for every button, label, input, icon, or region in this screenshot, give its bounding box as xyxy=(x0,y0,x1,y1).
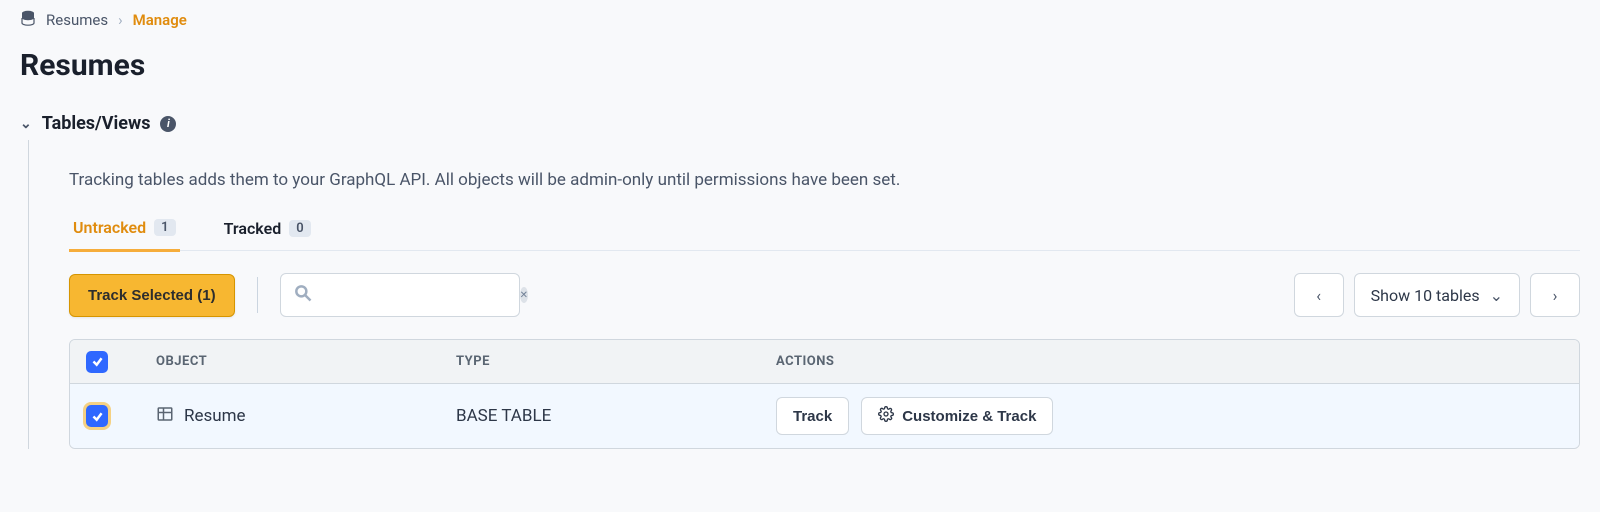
page-size-selector[interactable]: Show 10 tables ⌄ xyxy=(1354,273,1520,317)
select-all-checkbox[interactable] xyxy=(86,351,108,373)
section-description: Tracking tables adds them to your GraphQ… xyxy=(69,170,1580,190)
pager: ‹ Show 10 tables ⌄ › xyxy=(1294,273,1580,317)
table-row: Resume BASE TABLE Track Customize & Trac… xyxy=(70,384,1579,448)
breadcrumb-root[interactable]: Resumes xyxy=(46,11,108,29)
track-button[interactable]: Track xyxy=(776,397,849,435)
toolbar: Track Selected (1) ✕ ‹ Show 10 tables ⌄ … xyxy=(69,273,1580,317)
toolbar-divider xyxy=(257,277,258,313)
col-actions: ACTIONS xyxy=(776,354,1563,369)
search-icon xyxy=(293,283,313,307)
tab-untracked-count: 1 xyxy=(154,219,175,236)
chevron-right-icon: › xyxy=(1553,286,1558,305)
chevron-left-icon: ‹ xyxy=(1316,286,1321,305)
section-body: Tracking tables adds them to your GraphQ… xyxy=(28,140,1580,449)
tab-untracked[interactable]: Untracked 1 xyxy=(69,218,180,252)
tab-tracked-count: 0 xyxy=(289,220,310,237)
track-selected-button[interactable]: Track Selected (1) xyxy=(69,274,235,317)
clear-icon[interactable]: ✕ xyxy=(520,287,528,303)
customize-track-button[interactable]: Customize & Track xyxy=(861,397,1053,435)
search-input[interactable] xyxy=(321,287,520,304)
row-checkbox[interactable] xyxy=(86,405,108,427)
chevron-right-icon: › xyxy=(118,11,123,29)
objects-table: OBJECT TYPE ACTIONS Resume BASE TABLE Tr… xyxy=(69,339,1580,449)
gear-icon xyxy=(878,406,894,426)
chevron-down-icon: ⌄ xyxy=(20,116,32,132)
chevron-down-icon: ⌄ xyxy=(1490,286,1503,305)
pager-prev-button[interactable]: ‹ xyxy=(1294,273,1344,317)
search-box[interactable]: ✕ xyxy=(280,273,520,317)
col-type: TYPE xyxy=(456,354,776,369)
page-size-label: Show 10 tables xyxy=(1371,286,1480,305)
section-title: Tables/Views xyxy=(42,113,151,134)
page-title: Resumes xyxy=(20,48,1580,83)
pager-next-button[interactable]: › xyxy=(1530,273,1580,317)
tab-untracked-label: Untracked xyxy=(73,218,146,237)
table-icon xyxy=(156,405,174,428)
table-header: OBJECT TYPE ACTIONS xyxy=(70,340,1579,384)
object-name: Resume xyxy=(184,406,246,426)
section-header[interactable]: ⌄ Tables/Views i xyxy=(20,113,1580,134)
object-type: BASE TABLE xyxy=(456,406,776,426)
breadcrumb-current: Manage xyxy=(133,11,187,29)
tab-tracked[interactable]: Tracked 0 xyxy=(220,218,315,250)
info-icon[interactable]: i xyxy=(160,116,176,132)
database-icon xyxy=(20,10,36,30)
breadcrumb: Resumes › Manage xyxy=(20,10,1580,30)
customize-track-label: Customize & Track xyxy=(902,408,1036,425)
col-object: OBJECT xyxy=(156,354,456,369)
tabs: Untracked 1 Tracked 0 xyxy=(69,218,1580,251)
tab-tracked-label: Tracked xyxy=(224,219,282,238)
